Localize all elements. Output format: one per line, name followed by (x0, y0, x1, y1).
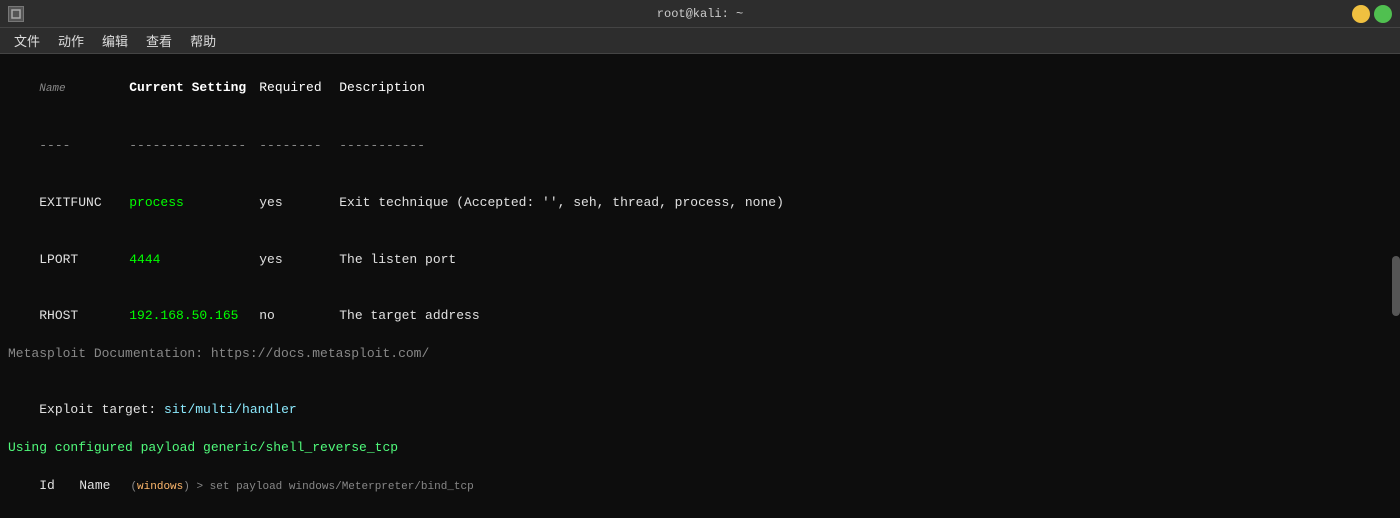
table-row-rhost: RHOST192.168.50.165noThe target address (8, 288, 1392, 345)
table-row-lport: LPORT4444yesThe listen port (8, 232, 1392, 289)
menu-file[interactable]: 文件 (6, 29, 48, 52)
menubar: 文件 动作 编辑 查看 帮助 (0, 28, 1400, 54)
menu-help[interactable]: 帮助 (182, 29, 224, 52)
minimize-button[interactable] (1352, 5, 1370, 23)
table-header: NameCurrent SettingRequiredDescription (8, 60, 1392, 117)
titlebar: root@kali: ~ (0, 0, 1400, 28)
using-payload: Using configured payload generic/shell_r… (8, 439, 1392, 458)
table-separator: -------------------------------------- (8, 119, 1392, 176)
metasploit-doc-comment: Metasploit Documentation: https://docs.m… (8, 345, 1392, 364)
menu-action[interactable]: 动作 (50, 29, 92, 52)
maximize-button[interactable] (1374, 5, 1392, 23)
window-icon (8, 6, 24, 22)
terminal[interactable]: NameCurrent SettingRequiredDescription -… (0, 54, 1400, 518)
table-row-exitfunc: EXITFUNCprocessyesExit technique (Accept… (8, 175, 1392, 232)
window-title: root@kali: ~ (657, 7, 743, 21)
id-name-header: IdName(windows) > set payload windows/Me… (8, 458, 1392, 515)
exploit-target: Exploit target: sit/multi/handler (8, 382, 1392, 439)
id-sep: -- ---- (8, 514, 1392, 518)
scroll-indicator (1392, 256, 1400, 316)
menu-edit[interactable]: 编辑 (94, 29, 136, 52)
menu-view[interactable]: 查看 (138, 29, 180, 52)
